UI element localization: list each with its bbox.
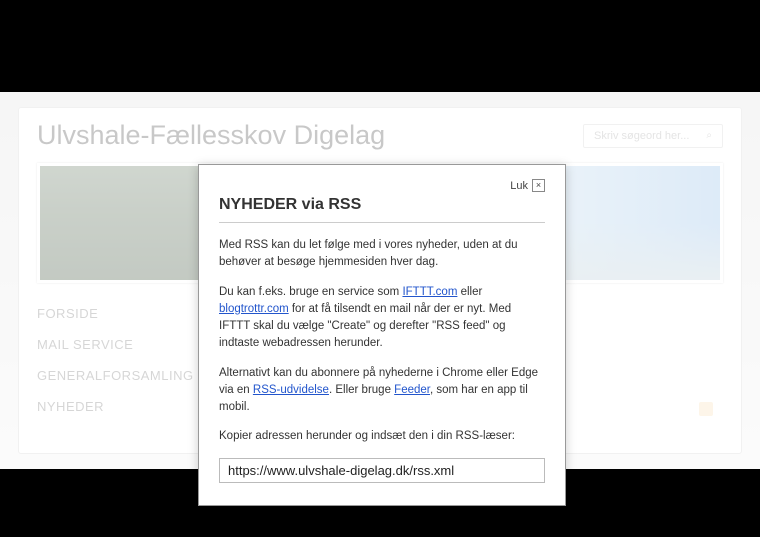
modal-close-row: Luk ×	[219, 179, 545, 192]
link-feeder[interactable]: Feeder	[394, 384, 430, 396]
rss-modal: Luk × NYHEDER via RSS Med RSS kan du let…	[198, 164, 566, 506]
link-rss-ext[interactable]: RSS-udvidelse	[253, 384, 329, 396]
close-button[interactable]: ×	[532, 179, 545, 192]
modal-p3: Alternativt kan du abonnere på nyhederne…	[219, 365, 545, 417]
modal-body: Med RSS kan du let følge med i vores nyh…	[219, 237, 545, 483]
modal-p2: Du kan f.eks. bruge en service som IFTTT…	[219, 284, 545, 353]
link-ifttt[interactable]: IFTTT.com	[402, 286, 457, 298]
modal-title: NYHEDER via RSS	[219, 196, 545, 223]
modal-copy-label: Kopier adressen herunder og indsæt den i…	[219, 428, 545, 445]
close-label: Luk	[510, 180, 528, 192]
link-blogtrottr[interactable]: blogtrottr.com	[219, 303, 289, 315]
modal-p1: Med RSS kan du let følge med i vores nyh…	[219, 237, 545, 272]
close-icon: ×	[536, 181, 541, 190]
rss-url-input[interactable]	[219, 458, 545, 483]
letterbox-top	[0, 0, 760, 92]
